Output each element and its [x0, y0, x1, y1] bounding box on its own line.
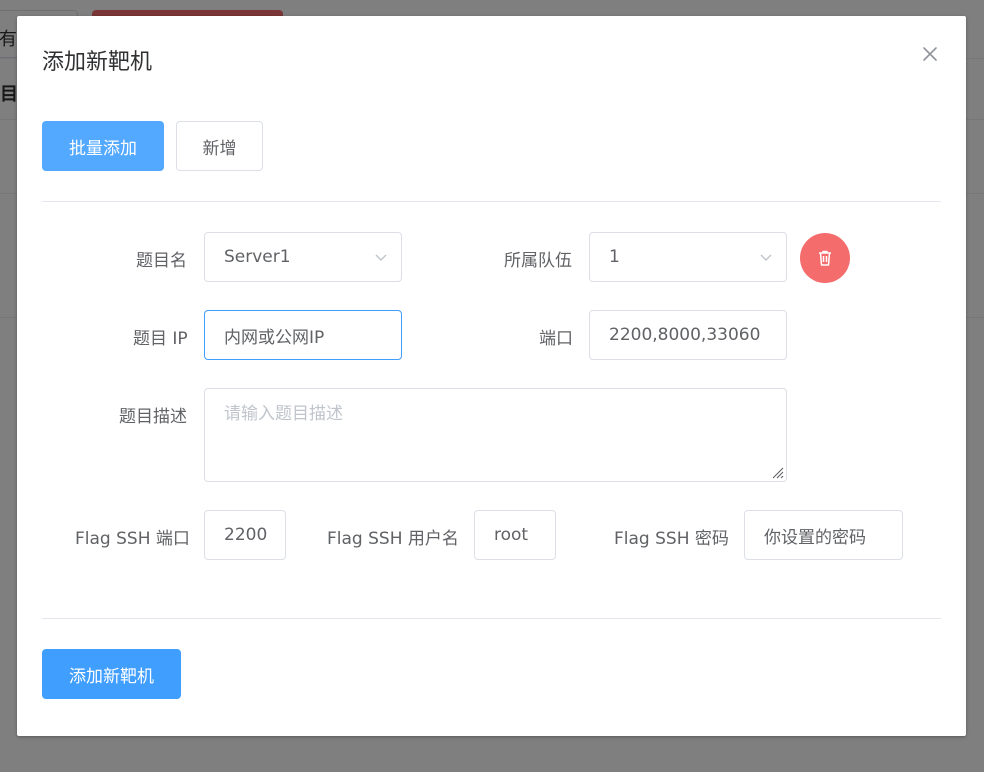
add-target-dialog: 添加新靶机 批量添加 新增 题目名 Server1 所属队伍 1 题目 IP 内… — [17, 16, 966, 736]
challenge-name-select[interactable]: Server1 — [204, 232, 402, 282]
challenge-ip-input[interactable]: 内网或公网IP — [204, 310, 402, 360]
trash-icon — [819, 250, 831, 266]
team-label: 所属队伍 — [504, 251, 572, 271]
flag-ssh-user-label: Flag SSH 用户名 — [327, 529, 459, 549]
challenge-name-value: Server1 — [224, 247, 291, 267]
divider — [42, 201, 941, 202]
flag-ssh-password-label: Flag SSH 密码 — [614, 529, 729, 549]
port-label: 端口 — [539, 329, 573, 349]
batch-add-button[interactable]: 批量添加 — [42, 121, 164, 171]
description-label: 题目描述 — [119, 407, 187, 427]
description-textarea[interactable]: 请输入题目描述 — [204, 388, 787, 482]
delete-button[interactable] — [800, 233, 850, 283]
flag-ssh-port-value: 2200 — [224, 525, 268, 545]
dialog-title: 添加新靶机 — [42, 50, 153, 75]
chevron-down-icon — [375, 254, 387, 261]
chevron-down-icon — [760, 254, 772, 261]
flag-ssh-password-input[interactable]: 你设置的密码 — [744, 510, 903, 560]
team-select[interactable]: 1 — [589, 232, 787, 282]
challenge-name-label: 题目名 — [136, 251, 187, 271]
description-placeholder: 请输入题目描述 — [224, 404, 343, 424]
submit-add-target-button[interactable]: 添加新靶机 — [42, 649, 181, 699]
challenge-ip-label: 题目 IP — [133, 329, 188, 349]
challenge-ip-value: 内网或公网IP — [224, 327, 325, 348]
port-input[interactable]: 2200,8000,33060 — [589, 310, 787, 360]
flag-ssh-user-value: root — [494, 525, 529, 545]
flag-ssh-password-value: 你设置的密码 — [764, 527, 866, 548]
team-value: 1 — [609, 247, 620, 267]
resize-grip-icon[interactable] — [768, 463, 784, 479]
flag-ssh-port-input[interactable]: 2200 — [204, 510, 286, 560]
flag-ssh-user-input[interactable]: root — [474, 510, 556, 560]
divider — [42, 618, 941, 619]
port-value: 2200,8000,33060 — [609, 325, 761, 345]
flag-ssh-port-label: Flag SSH 端口 — [75, 529, 190, 549]
add-button[interactable]: 新增 — [176, 121, 263, 171]
close-icon[interactable] — [918, 42, 942, 66]
